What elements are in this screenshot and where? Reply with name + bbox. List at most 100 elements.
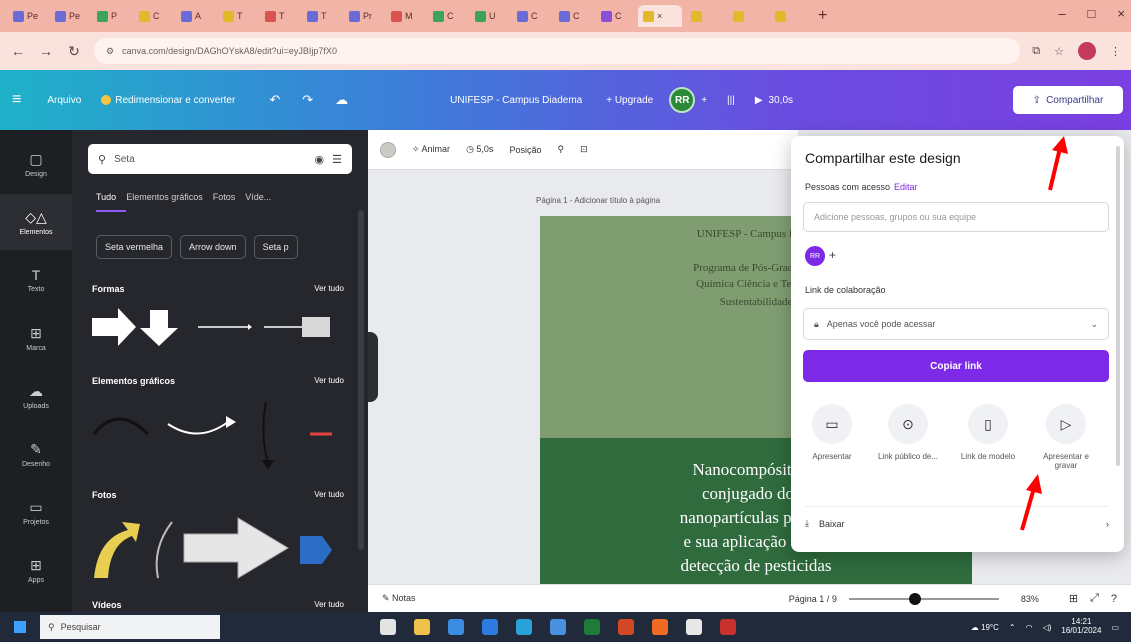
taskbar-app-explorer[interactable] [414, 619, 430, 635]
volume-icon[interactable]: ◁) [1043, 623, 1052, 632]
browser-tab[interactable]: C [596, 5, 634, 27]
extensions-icon[interactable]: ⧉ [1032, 45, 1040, 58]
taskbar-app-other[interactable] [720, 619, 736, 635]
lock-icon[interactable]: ⊡ [580, 144, 588, 155]
user-avatar[interactable]: RR [669, 87, 696, 113]
rail-item-desenho[interactable]: ✎ Desenho [0, 426, 72, 482]
wifi-icon[interactable]: ◠ [1026, 623, 1033, 632]
browser-tab[interactable]: C [512, 5, 550, 27]
taskbar-clock[interactable]: 14:21 16/01/2024 [1061, 617, 1101, 636]
browser-tab[interactable]: T [260, 5, 298, 27]
rail-item-marca[interactable]: ⊞ Marca [0, 310, 72, 366]
color-swatch[interactable] [380, 141, 396, 158]
tab-photos[interactable]: Fotos [213, 192, 236, 202]
rail-item-apps[interactable]: ⊞ Apps [0, 542, 72, 598]
new-tab-button[interactable]: + [812, 7, 833, 25]
rail-item-uploads[interactable]: ☁ Uploads [0, 368, 72, 424]
browser-tab[interactable]: C [428, 5, 466, 27]
browser-tab[interactable]: Pe [8, 5, 46, 27]
document-title[interactable]: UNIFESP - Campus Diadema [450, 95, 582, 106]
graphics-row[interactable] [88, 394, 348, 474]
url-field[interactable]: ⚙ canva.com/design/DAGhOYskA8/edit?ui=ey… [94, 38, 1021, 64]
photos-row[interactable] [88, 508, 348, 588]
upgrade-button[interactable]: + Upgrade [606, 95, 653, 106]
taskbar-app-photos[interactable] [550, 619, 566, 635]
see-all-photos[interactable]: Ver tudo [314, 490, 344, 499]
rail-item-texto[interactable]: T Texto [0, 252, 72, 308]
notes-button[interactable]: ✎ Notas [382, 593, 416, 604]
page-label[interactable]: Página 1 - Adicionar título à página [536, 196, 660, 205]
hamburger-menu-icon[interactable]: ≡ [12, 91, 21, 109]
zoom-slider[interactable] [848, 592, 999, 605]
shapes-row[interactable] [88, 302, 348, 352]
taskbar-app-edge[interactable] [448, 619, 464, 635]
public-link-option[interactable]: ⊙ Link público de... [877, 404, 939, 461]
browser-tab[interactable]: P [92, 5, 130, 27]
taskbar-app-excel[interactable] [584, 619, 600, 635]
close-window-button[interactable]: × [1117, 6, 1125, 21]
copy-link-button[interactable]: Copiar link [803, 350, 1109, 382]
undo-icon[interactable]: ↶ [269, 92, 280, 108]
cloud-save-icon[interactable]: ☁ [335, 92, 348, 108]
taskbar-app-store[interactable] [482, 619, 498, 635]
edit-access-link[interactable]: Editar [894, 182, 918, 192]
browser-tab[interactable]: U [470, 5, 508, 27]
browser-tab[interactable]: T [302, 5, 340, 27]
page-counter[interactable]: Página 1 / 9 [789, 594, 837, 604]
site-info-icon[interactable]: ⚙ [106, 46, 114, 57]
chip-arrow-more[interactable]: Seta p [253, 235, 298, 259]
see-all-videos[interactable]: Ver tudo [314, 600, 344, 609]
grid-view-icon[interactable]: ⊞ [1069, 592, 1078, 605]
browser-tab[interactable]: C [134, 5, 172, 27]
notifications-icon[interactable]: ▭ [1111, 623, 1119, 632]
animate-button[interactable]: ✧ Animar [412, 144, 450, 155]
redo-icon[interactable]: ↷ [302, 92, 313, 108]
back-button[interactable]: ← [10, 43, 26, 59]
link-access-select[interactable]: 🔒︎ Apenas você pode acessar ⌄ [803, 308, 1109, 340]
see-all-shapes[interactable]: Ver tudo [314, 284, 344, 293]
file-menu[interactable]: Arquivo [47, 95, 81, 106]
present-option[interactable]: ▭ Apresentar [801, 404, 863, 461]
browser-tab[interactable]: Pe [50, 5, 88, 27]
weather-indicator[interactable]: ☁ 19°C [971, 623, 999, 632]
browser-tab[interactable] [686, 5, 724, 27]
browser-tab[interactable]: × [638, 5, 682, 27]
browser-tab[interactable]: A [176, 5, 214, 27]
zoom-slider-knob[interactable] [908, 592, 921, 605]
browser-tab[interactable] [728, 5, 766, 27]
download-row[interactable]: ⤓ Baixar › [805, 506, 1109, 540]
taskbar-app-powerpoint[interactable] [618, 619, 634, 635]
rail-item-design[interactable]: ▢ Design [0, 136, 72, 192]
add-collaborator-button[interactable]: + [701, 95, 707, 106]
duration-button[interactable]: ◷ 5,0s [466, 144, 493, 155]
collaborator-avatar[interactable]: RR [805, 246, 825, 266]
search-input[interactable]: ⚲ Seta ◉ ☰ [88, 144, 352, 174]
chip-red-arrow[interactable]: Seta vermelha [96, 235, 173, 259]
camera-icon[interactable]: ◉ [315, 153, 325, 166]
add-people-input[interactable]: Adicione pessoas, grupos ou sua equipe [803, 202, 1109, 232]
browser-tab[interactable]: Pr [344, 5, 382, 27]
position-button[interactable]: Posição [509, 145, 541, 155]
chip-arrow-down[interactable]: Arrow down [180, 235, 246, 259]
help-icon[interactable]: ? [1111, 593, 1117, 605]
reload-button[interactable]: ↻ [66, 43, 82, 60]
profile-avatar[interactable] [1078, 42, 1096, 60]
add-collaborator-plus[interactable]: + [829, 248, 836, 262]
rail-item-elementos[interactable]: ◇△ Elementos [0, 194, 72, 250]
present-record-option[interactable]: ▷ Apresentar e gravar [1035, 404, 1097, 470]
tab-graphics[interactable]: Elementos gráficos [126, 192, 203, 202]
popup-scrollbar[interactable] [1116, 146, 1120, 466]
tray-chevron-icon[interactable]: ⌃ [1009, 623, 1016, 632]
forward-button[interactable]: → [38, 43, 54, 59]
paint-format-icon[interactable]: ⚲ [557, 144, 564, 155]
taskbar-app-chrome[interactable] [686, 619, 702, 635]
stats-icon[interactable]: ||| [727, 95, 735, 106]
minimize-button[interactable]: – [1058, 6, 1065, 21]
filter-icon[interactable]: ☰ [332, 153, 342, 166]
resize-button[interactable]: Redimensionar e converter [101, 95, 235, 106]
browser-tab[interactable]: C [554, 5, 592, 27]
present-button[interactable]: ▶ 30,0s [755, 95, 793, 106]
template-link-option[interactable]: ▯ Link de modelo [957, 404, 1019, 461]
taskbar-app-task-view[interactable] [380, 619, 396, 635]
tab-videos[interactable]: Víde... [245, 192, 271, 202]
